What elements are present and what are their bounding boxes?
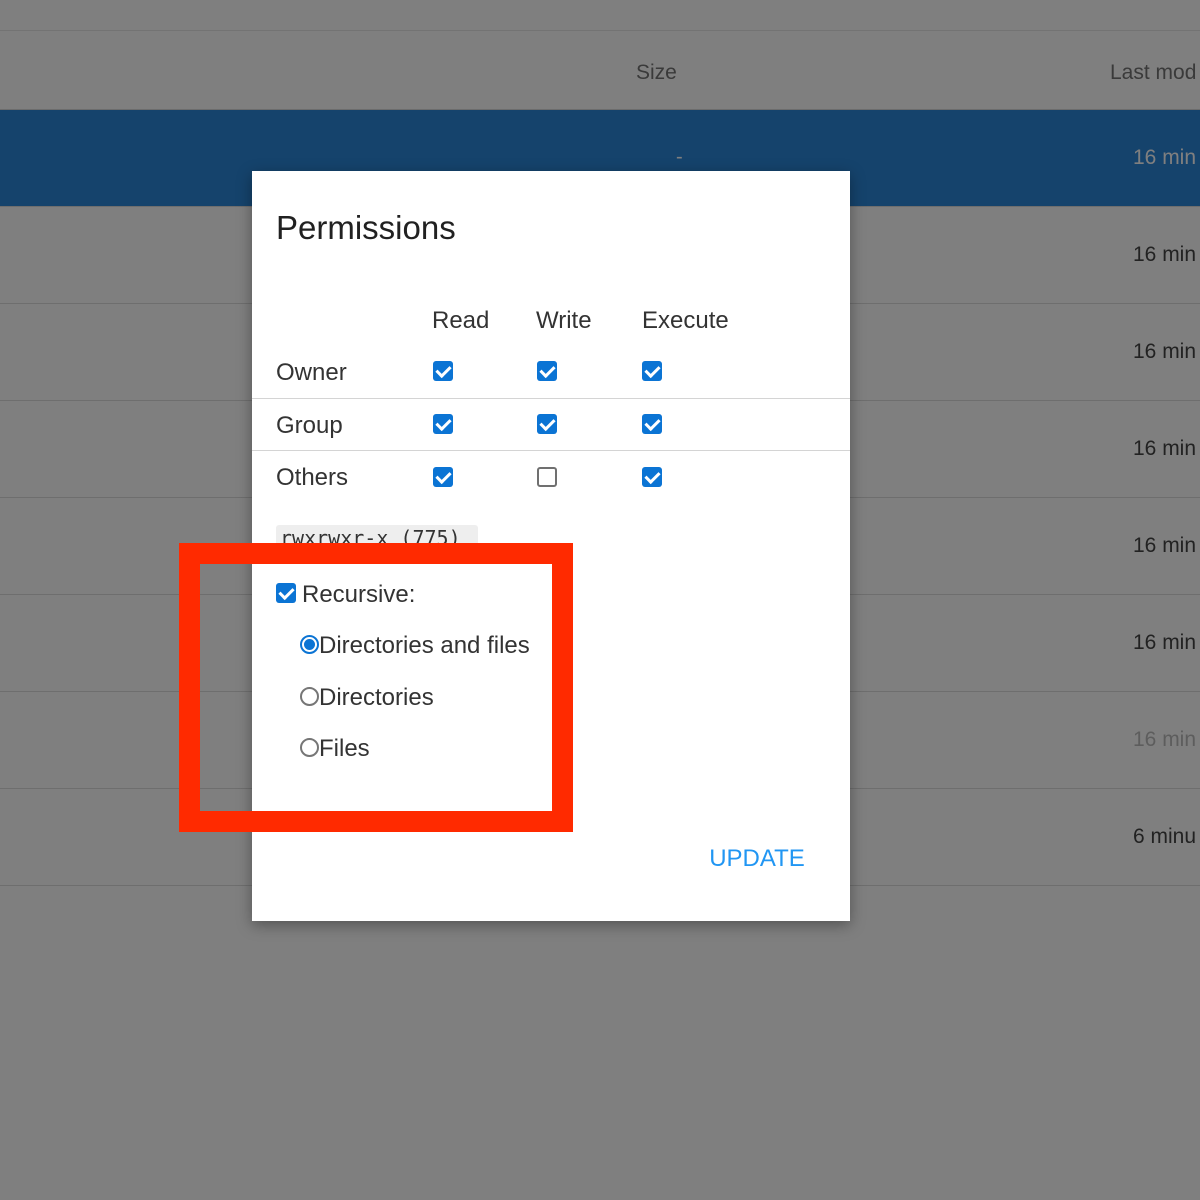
recursive-label: Recursive: <box>302 581 416 608</box>
permissions-dialog: Permissions Read Write Execute Owner Gro… <box>252 171 850 921</box>
column-execute-header: Execute <box>642 307 729 334</box>
column-write-header: Write <box>536 307 592 334</box>
others-execute-checkbox[interactable] <box>642 467 662 487</box>
radio-label: Files <box>319 735 370 762</box>
radio-label: Directories and files <box>319 632 530 659</box>
permission-row-others: Others <box>252 450 850 503</box>
owner-read-checkbox[interactable] <box>433 361 453 381</box>
column-read-header: Read <box>432 307 490 334</box>
others-read-checkbox[interactable] <box>433 467 453 487</box>
update-button[interactable]: UPDATE <box>692 839 822 879</box>
recursive-checkbox[interactable] <box>276 583 296 603</box>
permission-row-label: Group <box>276 412 343 439</box>
permission-row-label: Owner <box>276 359 347 386</box>
group-execute-checkbox[interactable] <box>642 414 662 434</box>
radio-unselected-icon[interactable] <box>300 738 319 757</box>
dialog-title: Permissions <box>276 209 456 246</box>
group-read-checkbox[interactable] <box>433 414 453 434</box>
permission-mode-text: rwxrwxr-x (775) <box>276 525 478 551</box>
owner-write-checkbox[interactable] <box>537 361 557 381</box>
group-write-checkbox[interactable] <box>537 414 557 434</box>
permission-row-group: Group <box>252 398 850 451</box>
radio-unselected-icon[interactable] <box>300 687 319 706</box>
permission-row-label: Others <box>276 464 349 491</box>
others-write-checkbox[interactable] <box>537 467 557 487</box>
radio-selected-icon[interactable] <box>300 635 319 654</box>
owner-execute-checkbox[interactable] <box>642 361 662 381</box>
permission-row-owner: Owner <box>252 347 850 400</box>
radio-label: Directories <box>319 684 434 711</box>
